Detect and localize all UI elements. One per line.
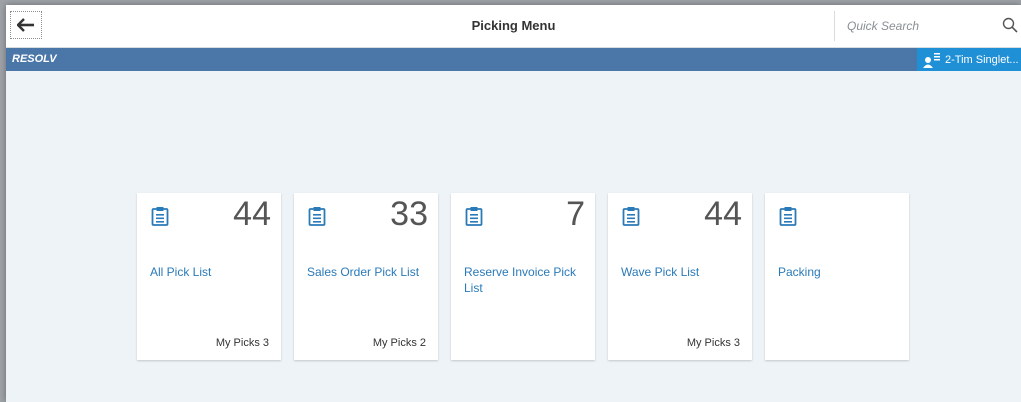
- clipboard-icon: [622, 207, 640, 226]
- tile-title: Reserve Invoice Pick List: [464, 265, 577, 295]
- app-window: Picking Menu RESOLV 2-Tim Singlet...: [6, 5, 1021, 402]
- user-list-icon: [923, 52, 940, 68]
- tile-reserve-invoice-pick-list[interactable]: 7 Reserve Invoice Pick List: [451, 193, 595, 360]
- tile-footer: My Picks 2: [372, 337, 426, 349]
- back-button[interactable]: [10, 11, 42, 39]
- user-name: 2-Tim Singlet...: [945, 53, 1019, 66]
- tile-count: 7: [566, 195, 585, 233]
- tile-title: Wave Pick List: [621, 265, 700, 279]
- sub-header-bar: RESOLV 2-Tim Singlet...: [6, 48, 1021, 71]
- arrow-left-icon: [17, 18, 34, 32]
- tile-packing[interactable]: Packing: [765, 193, 909, 360]
- clipboard-icon: [465, 207, 483, 226]
- shell-header: Picking Menu: [6, 5, 1021, 48]
- tile-count: 33: [390, 195, 428, 233]
- brand-label: RESOLV: [12, 53, 57, 65]
- user-menu-button[interactable]: 2-Tim Singlet...: [917, 48, 1021, 71]
- clipboard-icon: [151, 207, 169, 226]
- tile-footer: My Picks 3: [686, 337, 740, 349]
- tile-sales-order-pick-list[interactable]: 33 Sales Order Pick List My Picks 2: [294, 193, 438, 360]
- search-input[interactable]: [835, 18, 989, 34]
- tile-title: Sales Order Pick List: [307, 265, 420, 279]
- search-icon[interactable]: [1002, 17, 1018, 33]
- tile-wave-pick-list[interactable]: 44 Wave Pick List My Picks 3: [608, 193, 752, 360]
- clipboard-icon: [779, 207, 797, 226]
- tile-title: Packing: [778, 265, 821, 279]
- quick-search[interactable]: [834, 11, 1020, 41]
- tile-count: 44: [233, 195, 271, 233]
- tile-count: 44: [704, 195, 742, 233]
- tile-footer: My Picks 3: [215, 337, 269, 349]
- clipboard-icon: [308, 207, 326, 226]
- tile-all-pick-list[interactable]: 44 All Pick List My Picks 3: [137, 193, 281, 360]
- tile-title: All Pick List: [150, 265, 212, 279]
